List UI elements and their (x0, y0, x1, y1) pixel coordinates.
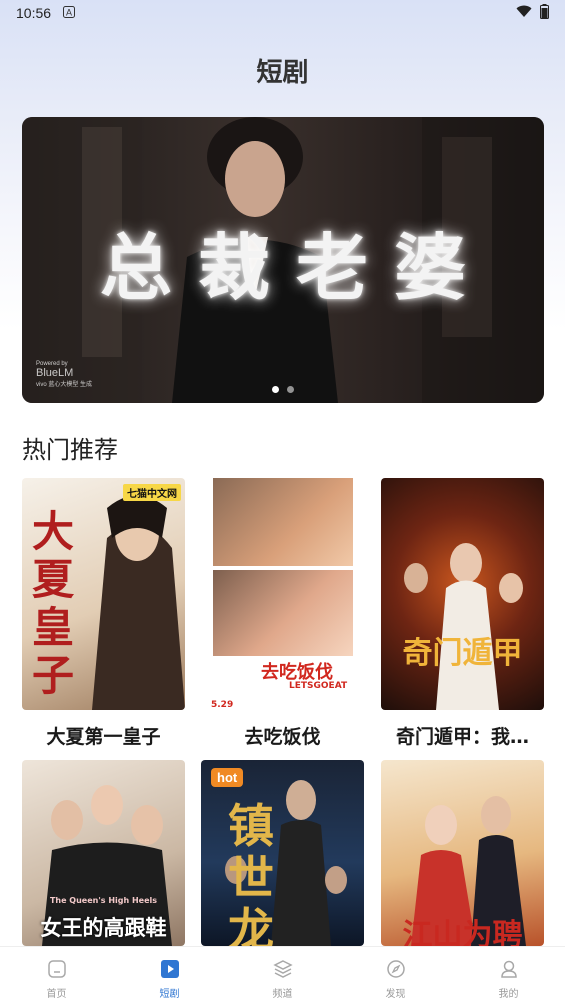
tab-label: 短剧 (159, 989, 180, 1000)
carousel-dot-2[interactable] (287, 386, 294, 393)
tab-label: 我的 (498, 989, 519, 1000)
poster-title: 江山为聘 (402, 918, 523, 946)
tab-mine[interactable]: 我的 (452, 947, 565, 1004)
drama-poster[interactable]: 七猫中文网 大夏皇子 (22, 478, 185, 710)
poster-title: 大夏皇子 (31, 507, 74, 700)
drama-poster[interactable]: 奇门遁甲 (381, 478, 544, 710)
battery-icon (540, 3, 549, 23)
tab-discover[interactable]: 发现 (339, 947, 452, 1004)
tab-channel[interactable]: 频道 (226, 947, 339, 1004)
poster-subtitle: LETSGOEAT (289, 681, 348, 691)
home-icon (47, 959, 67, 983)
wifi-icon (516, 5, 532, 22)
poster-title: 奇门遁甲 (402, 636, 523, 671)
banner-title: 总裁老婆 (99, 225, 492, 310)
tab-label: 发现 (385, 989, 406, 1000)
drama-card[interactable]: 七猫中文网 大夏皇子 大夏第一皇子 (22, 478, 185, 749)
section-title-hot: 热门推荐 (22, 436, 118, 464)
play-icon (160, 959, 180, 983)
layers-icon (272, 959, 293, 983)
drama-title[interactable]: 奇门遁甲：我… (381, 722, 544, 749)
ai-watermark: Powered by BlueLM vivo 蓝心大模型 生成 (36, 361, 92, 388)
poster-date: 5.29 (211, 700, 234, 710)
drama-card[interactable]: 奇门遁甲 奇门遁甲：我… (381, 478, 544, 749)
user-icon (499, 959, 519, 983)
bottom-tab-bar: 首页 短剧 频道 发现 我的 (0, 946, 565, 1004)
watermark-brand: BlueLM (36, 367, 74, 379)
compass-icon (386, 959, 406, 983)
poster-title: 镇世龙 (228, 799, 274, 946)
poster-title: 女王的高跟鞋 (40, 916, 167, 940)
drama-card[interactable]: 江山为聘 (381, 760, 544, 946)
page-title: 短剧 (256, 58, 309, 88)
drama-poster[interactable]: hot 镇世龙 (201, 760, 364, 946)
poster-subtitle: The Queen's High Heels (49, 896, 158, 905)
drama-poster[interactable]: 江山为聘 (381, 760, 544, 946)
drama-title[interactable]: 大夏第一皇子 (22, 722, 185, 749)
notification-icon: A (63, 5, 76, 21)
status-bar: 10:56 A (0, 0, 565, 26)
status-time: 10:56 (16, 5, 52, 21)
svg-text:A: A (66, 7, 72, 17)
drama-title[interactable]: 去吃饭伐 (201, 722, 364, 749)
carousel-indicator[interactable] (272, 386, 294, 393)
poster-art (404, 543, 523, 710)
poster-photo-top (213, 478, 353, 566)
drama-card[interactable]: 去吃饭伐 LETSGOEAT 5.29 去吃饭伐 (201, 478, 364, 749)
watermark-subtitle: vivo 蓝心大模型 生成 (36, 382, 93, 388)
tab-home[interactable]: 首页 (0, 947, 113, 1004)
drama-poster[interactable]: The Queen's High Heels 女王的高跟鞋 (22, 760, 185, 946)
poster-photo-bottom (213, 570, 353, 656)
tab-short-drama[interactable]: 短剧 (113, 947, 226, 1004)
banner-carousel[interactable]: 总裁老婆 Powered by BlueLM vivo 蓝心大模型 生成 (22, 117, 544, 403)
drama-card[interactable]: The Queen's High Heels 女王的高跟鞋 (22, 760, 185, 946)
tab-label: 频道 (272, 989, 293, 1000)
poster-publisher: 七猫中文网 (123, 484, 181, 501)
hot-badge: hot (211, 768, 244, 787)
carousel-dot-1[interactable] (272, 386, 279, 393)
tab-label: 首页 (46, 989, 67, 1000)
drama-poster[interactable]: 去吃饭伐 LETSGOEAT 5.29 (201, 478, 364, 710)
drama-card[interactable]: hot 镇世龙 (201, 760, 364, 946)
